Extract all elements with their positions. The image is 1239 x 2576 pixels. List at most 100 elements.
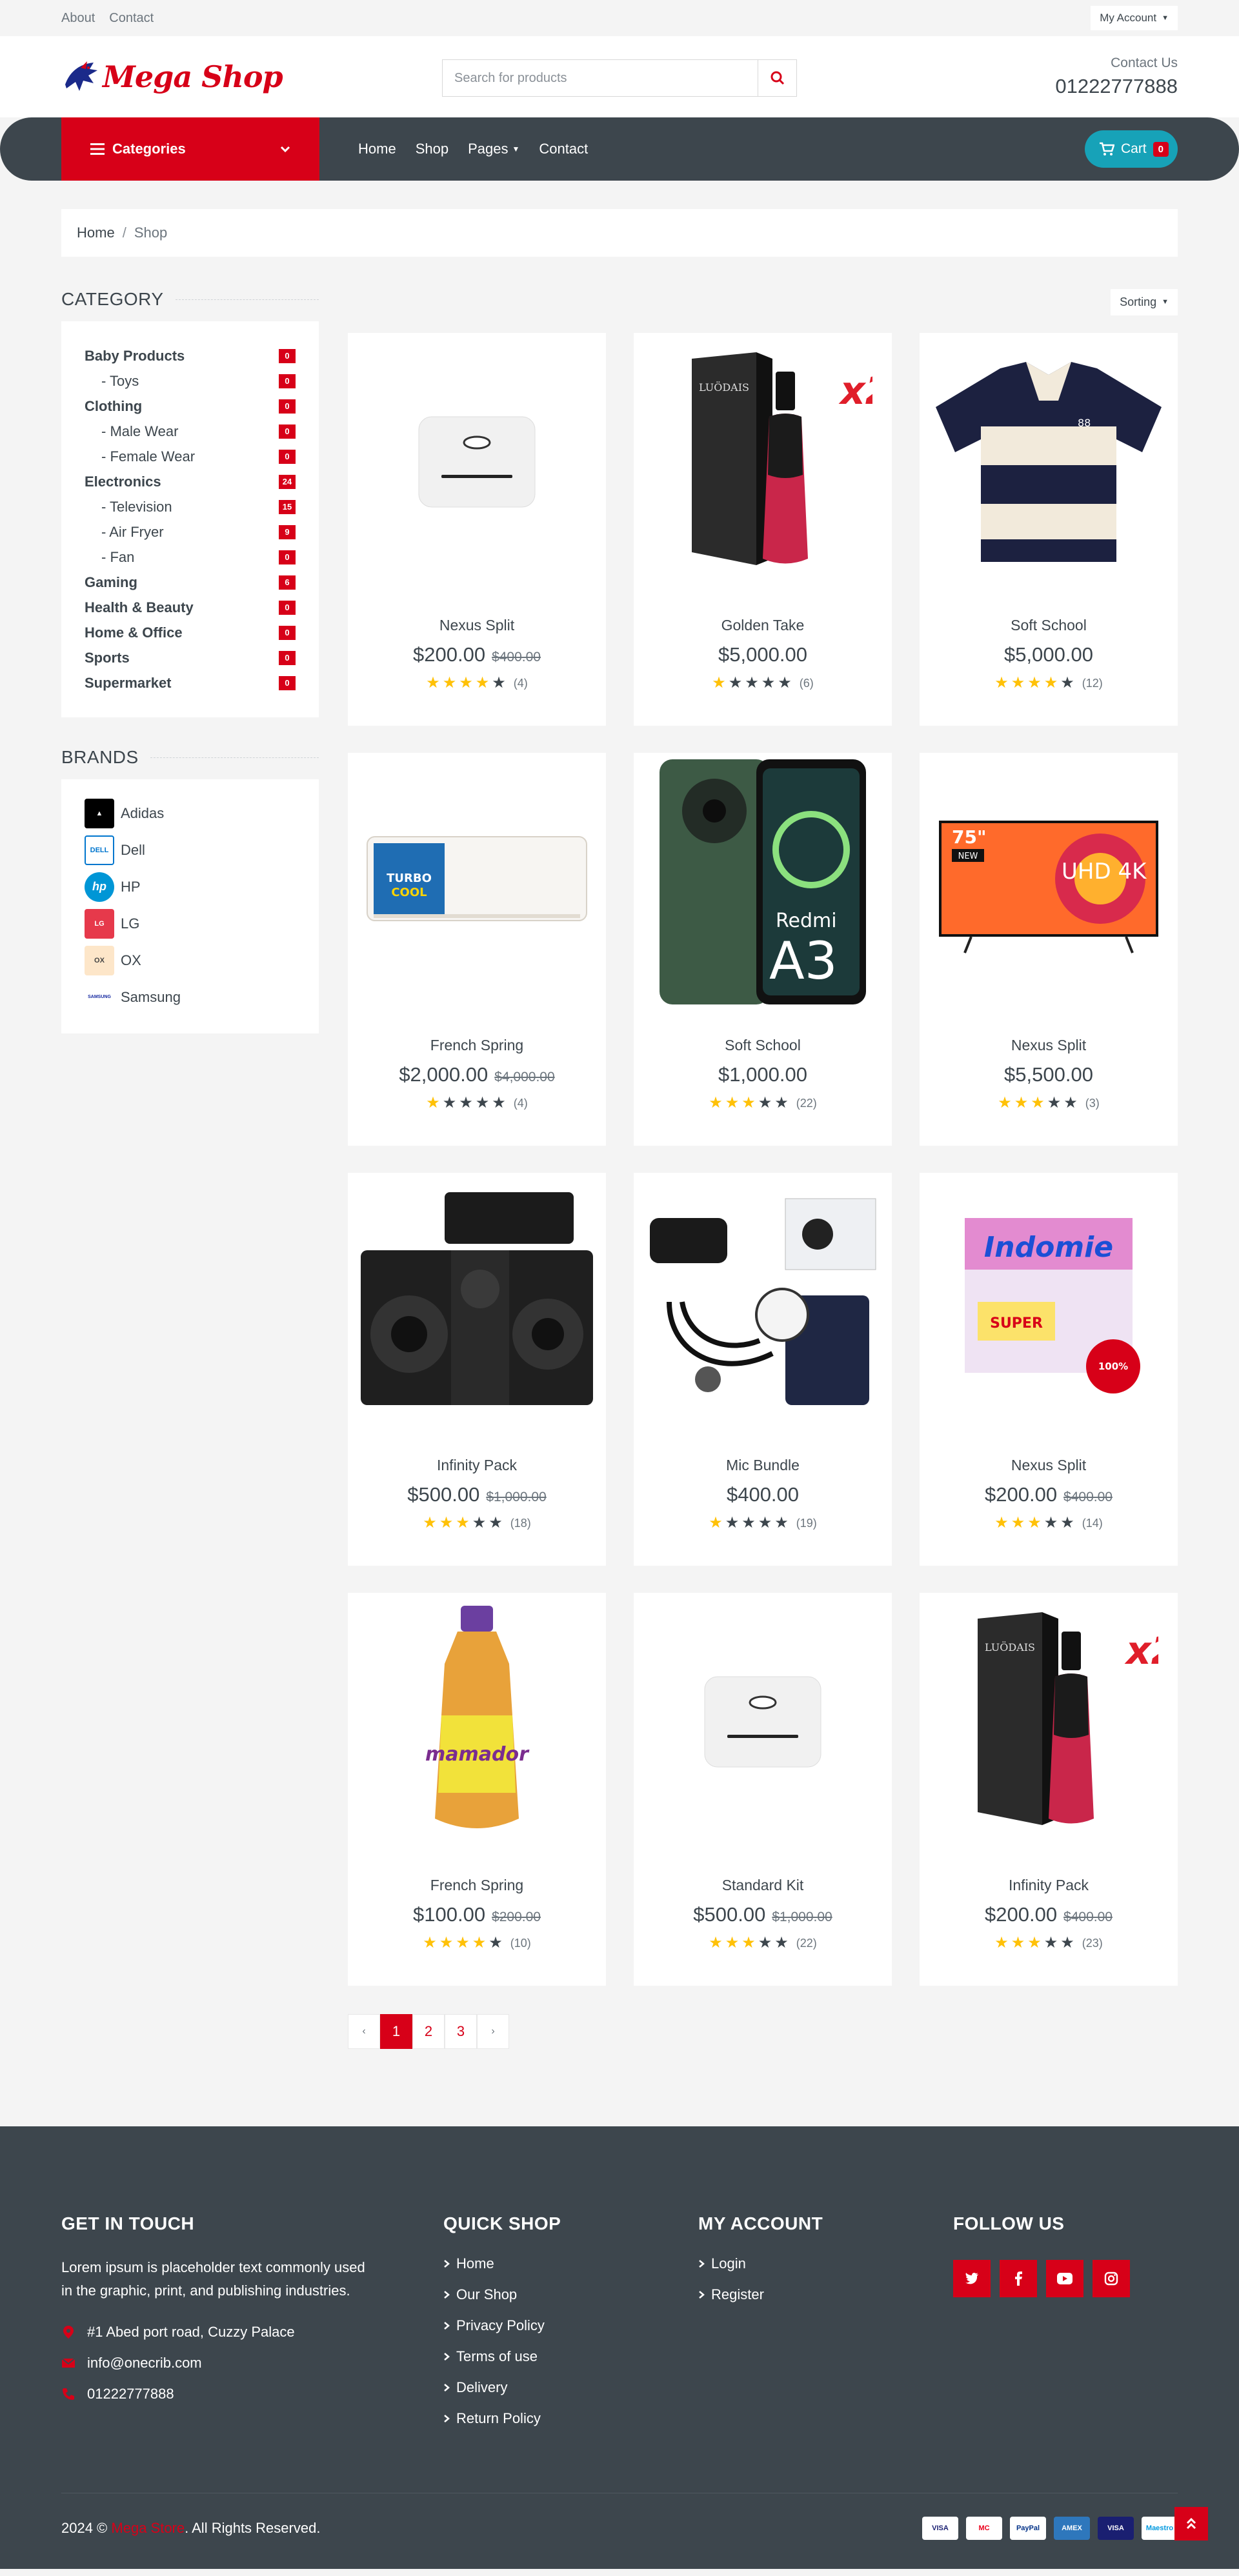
nav-shop[interactable]: Shop (416, 141, 448, 157)
product-card[interactable]: 88 Soft School $5,000.00 ★ ★ ★ ★ ★ (12) (920, 333, 1178, 726)
product-image-serum[interactable]: LUÖDAIS x2 (634, 333, 892, 591)
product-card[interactable]: Standard Kit $500.00 $1,000.00 ★ ★ ★ ★ ★ (22) (634, 1593, 892, 1986)
copyright-brand-link[interactable]: Mega Store (111, 2520, 185, 2536)
category-name: Home & Office (85, 624, 183, 641)
facebook-button[interactable] (1000, 2260, 1037, 2297)
product-card[interactable]: TURBO COOL French Spring $2,000.00 $4,000.00… (348, 753, 606, 1146)
product-image-aircon[interactable]: TURBO COOL (348, 753, 606, 1011)
product-name[interactable]: Soft School (920, 617, 1178, 634)
product-name[interactable]: Soft School (634, 1037, 892, 1054)
brand-item[interactable]: SAMSUNG Samsung (85, 979, 296, 1015)
footer-link[interactable]: Home (443, 2248, 561, 2279)
category-item[interactable]: - Air Fryer 9 (85, 519, 296, 544)
site-logo[interactable]: Mega Shop (61, 57, 332, 96)
product-image-noodles[interactable]: Indomie SUPER 100% (920, 1173, 1178, 1431)
footer-link[interactable]: Return Policy (443, 2403, 561, 2434)
footer-link[interactable]: Register (698, 2279, 823, 2310)
my-account-dropdown[interactable]: My Account ▼ (1091, 6, 1178, 30)
category-item[interactable]: Electronics 24 (85, 469, 296, 494)
product-name[interactable]: Standard Kit (634, 1877, 892, 1894)
brand-item[interactable]: ▲ Adidas (85, 795, 296, 832)
product-card[interactable]: Infinity Pack $500.00 $1,000.00 ★ ★ ★ ★ ★ (18) (348, 1173, 606, 1566)
youtube-button[interactable] (1046, 2260, 1083, 2297)
product-card[interactable]: LUÖDAISx2Golden Take$5,000.00★★★★★(6) (634, 333, 892, 726)
product-name[interactable]: Mic Bundle (634, 1457, 892, 1474)
category-item[interactable]: Sports 0 (85, 645, 296, 670)
sorting-dropdown[interactable]: Sorting ▼ (1111, 288, 1178, 315)
category-item[interactable]: - Television 15 (85, 494, 296, 519)
brand-item[interactable]: LG LG (85, 905, 296, 942)
category-item[interactable]: Health & Beauty 0 (85, 595, 296, 620)
product-image-serum[interactable]: LUÖDAIS x2 (920, 1593, 1178, 1851)
footer-link[interactable]: Privacy Policy (443, 2310, 561, 2341)
product-image-oil[interactable]: mamador (348, 1593, 606, 1851)
product-name[interactable]: Infinity Pack (920, 1877, 1178, 1894)
phone-text[interactable]: 01222777888 (87, 2386, 174, 2402)
product-card[interactable]: Redmi A3 Soft School $1,000.00 ★ ★ ★ ★ ★ (22) (634, 753, 892, 1146)
product-card[interactable]: Mic Bundle $400.00 ★ ★ ★ ★ ★ (19) (634, 1173, 892, 1566)
product-image-speakers[interactable] (348, 1173, 606, 1431)
footer-link[interactable]: Terms of use (443, 2341, 561, 2372)
product-image-router[interactable] (634, 1593, 892, 1851)
category-item[interactable]: - Female Wear 0 (85, 444, 296, 469)
contact-link[interactable]: Contact (109, 11, 154, 26)
brand-item[interactable]: hp HP (85, 868, 296, 905)
footer-link[interactable]: Login (698, 2248, 823, 2279)
product-card[interactable]: LUÖDAISx2Infinity Pack$200.00$400.00★★★★… (920, 1593, 1178, 1986)
product-name[interactable]: French Spring (348, 1037, 606, 1054)
nav-contact[interactable]: Contact (539, 141, 588, 157)
pagination-prev-button[interactable]: ‹ (348, 2014, 380, 2049)
product-name[interactable]: Golden Take (634, 617, 892, 634)
product-name[interactable]: Infinity Pack (348, 1457, 606, 1474)
instagram-button[interactable] (1093, 2260, 1130, 2297)
product-image-tv[interactable]: 75" NEW UHD 4K (920, 753, 1178, 1011)
category-item[interactable]: - Fan 0 (85, 544, 296, 570)
search-button[interactable] (758, 59, 797, 97)
search-input[interactable] (442, 59, 758, 97)
product-price: $500.00 (407, 1483, 480, 1506)
cart-button[interactable]: Cart 0 (1084, 130, 1178, 168)
category-item[interactable]: - Toys 0 (85, 368, 296, 394)
quick-shop-title: QUICK SHOP (443, 2213, 561, 2233)
pagination-page-button[interactable]: 1 (380, 2014, 412, 2049)
product-image-router[interactable] (348, 333, 606, 591)
category-item[interactable]: Gaming 6 (85, 570, 296, 595)
footer-link[interactable]: Our Shop (443, 2279, 561, 2310)
star-icon: ★ (459, 1094, 473, 1112)
category-item[interactable]: Home & Office 0 (85, 620, 296, 645)
pagination-page-button[interactable]: 3 (445, 2014, 477, 2049)
email-text[interactable]: info@onecrib.com (87, 2355, 202, 2371)
product-price-row: $5,500.00 (920, 1063, 1178, 1086)
product-name[interactable]: French Spring (348, 1877, 606, 1894)
pagination-page-button[interactable]: 2 (412, 2014, 445, 2049)
product-image-bp-monitor[interactable] (634, 1173, 892, 1431)
copyright-year: 2024 © (61, 2520, 108, 2536)
brand-list: ▲ Adidas DELL Dell hp HP LG LG OX OX SAMSUNG Samsun… (61, 779, 319, 1033)
category-item[interactable]: Baby Products 0 (85, 343, 296, 368)
review-count: (6) (799, 676, 814, 690)
product-card[interactable]: Indomie SUPER 100% Nexus Split $200.00 $400.0… (920, 1173, 1178, 1566)
product-image-polo[interactable]: 88 (920, 333, 1178, 591)
category-item[interactable]: Clothing 0 (85, 394, 296, 419)
product-card[interactable]: mamador French Spring $100.00 $200.00 ★ ★ ★ ★ ★(… (348, 1593, 606, 1986)
review-count: (4) (513, 1096, 528, 1110)
about-link[interactable]: About (61, 11, 95, 26)
brand-item[interactable]: DELL Dell (85, 832, 296, 868)
product-image-phone[interactable]: Redmi A3 (634, 753, 892, 1011)
product-name[interactable]: Nexus Split (348, 617, 606, 634)
nav-home[interactable]: Home (358, 141, 396, 157)
breadcrumb-home[interactable]: Home (77, 225, 115, 241)
back-to-top-button[interactable] (1174, 2507, 1208, 2541)
brand-item[interactable]: OX OX (85, 942, 296, 979)
category-item[interactable]: Supermarket 0 (85, 670, 296, 695)
product-name[interactable]: Nexus Split (920, 1037, 1178, 1054)
nav-pages-dropdown[interactable]: Pages ▼ (468, 141, 519, 157)
product-card[interactable]: 75" NEW UHD 4K Nexus Split $5,500.00 ★ ★ ★ ★ ★ (3) (920, 753, 1178, 1146)
product-card[interactable]: Nexus Split $200.00 $400.00 ★ ★ ★ ★ ★ (4) (348, 333, 606, 726)
category-item[interactable]: - Male Wear 0 (85, 419, 296, 444)
categories-button[interactable]: Categories (61, 117, 319, 181)
pagination-next-button[interactable]: › (477, 2014, 509, 2049)
product-name[interactable]: Nexus Split (920, 1457, 1178, 1474)
twitter-button[interactable] (953, 2260, 991, 2297)
footer-link[interactable]: Delivery (443, 2372, 561, 2403)
